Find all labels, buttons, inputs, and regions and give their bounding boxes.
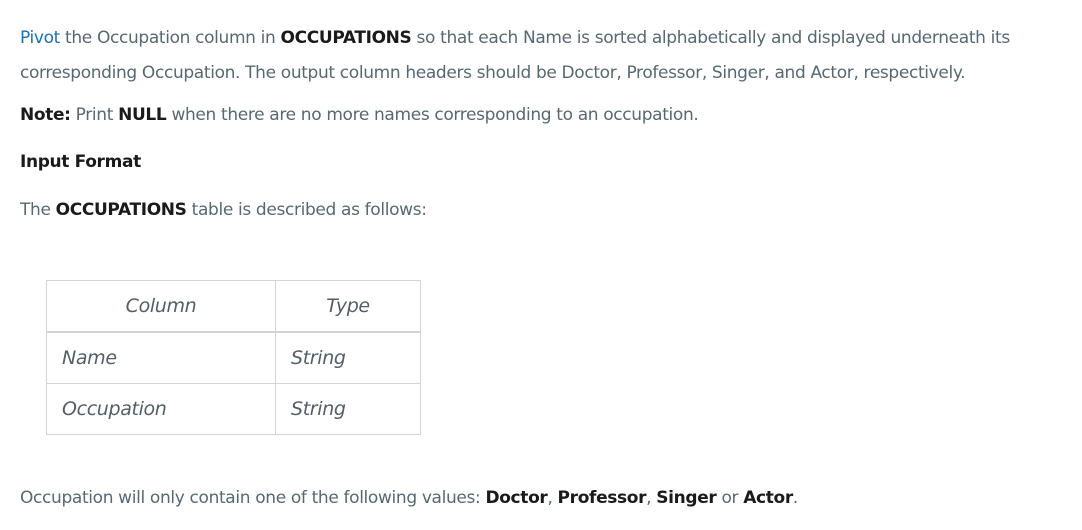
period: . — [792, 488, 798, 508]
type-header: Type — [275, 280, 421, 333]
statement-text: so that each Name is sorted alphabetical… — [411, 28, 1011, 48]
separator: , — [547, 488, 558, 508]
problem-statement-line-2: corresponding Occupation. The output col… — [20, 63, 966, 83]
type-cell: String — [275, 331, 421, 384]
value-singer: Singer — [656, 488, 717, 508]
separator: , — [646, 488, 657, 508]
schema-table: Column Type Name String Occupation Strin… — [46, 280, 421, 435]
note-text: Print — [70, 105, 119, 125]
input-format-heading: Input Format — [20, 152, 141, 172]
column-cell: Name — [46, 331, 276, 384]
table-row: Occupation String — [46, 383, 421, 435]
statement-text: the Occupation column in — [59, 28, 281, 48]
description-text: The — [20, 200, 56, 220]
table-name-bold: OCCUPATIONS — [55, 200, 187, 220]
separator: or — [716, 488, 744, 508]
occupation-values-paragraph: Occupation will only contain one of the … — [20, 487, 798, 509]
value-actor: Actor — [743, 488, 793, 508]
column-cell: Occupation — [46, 383, 276, 435]
values-text: Occupation will only contain one of the … — [20, 488, 486, 508]
table-description: The OCCUPATIONS table is described as fo… — [20, 199, 427, 221]
note-label: Note: — [20, 105, 71, 125]
note-text: when there are no more names correspondi… — [166, 105, 699, 125]
description-text: table is described as follows: — [186, 200, 427, 220]
problem-statement-line-1: Pivot the Occupation column in OCCUPATIO… — [20, 27, 1010, 49]
table-header-row: Column Type — [46, 280, 421, 333]
column-header: Column — [46, 280, 276, 333]
null-keyword: NULL — [118, 105, 167, 125]
note-paragraph: Note: Print NULL when there are no more … — [20, 104, 699, 126]
type-cell: String — [275, 383, 421, 435]
value-professor: Professor — [557, 488, 647, 508]
pivot-link[interactable]: Pivot — [20, 28, 60, 48]
table-name-bold: OCCUPATIONS — [280, 28, 412, 48]
table-row: Name String — [46, 331, 421, 384]
value-doctor: Doctor — [485, 488, 548, 508]
